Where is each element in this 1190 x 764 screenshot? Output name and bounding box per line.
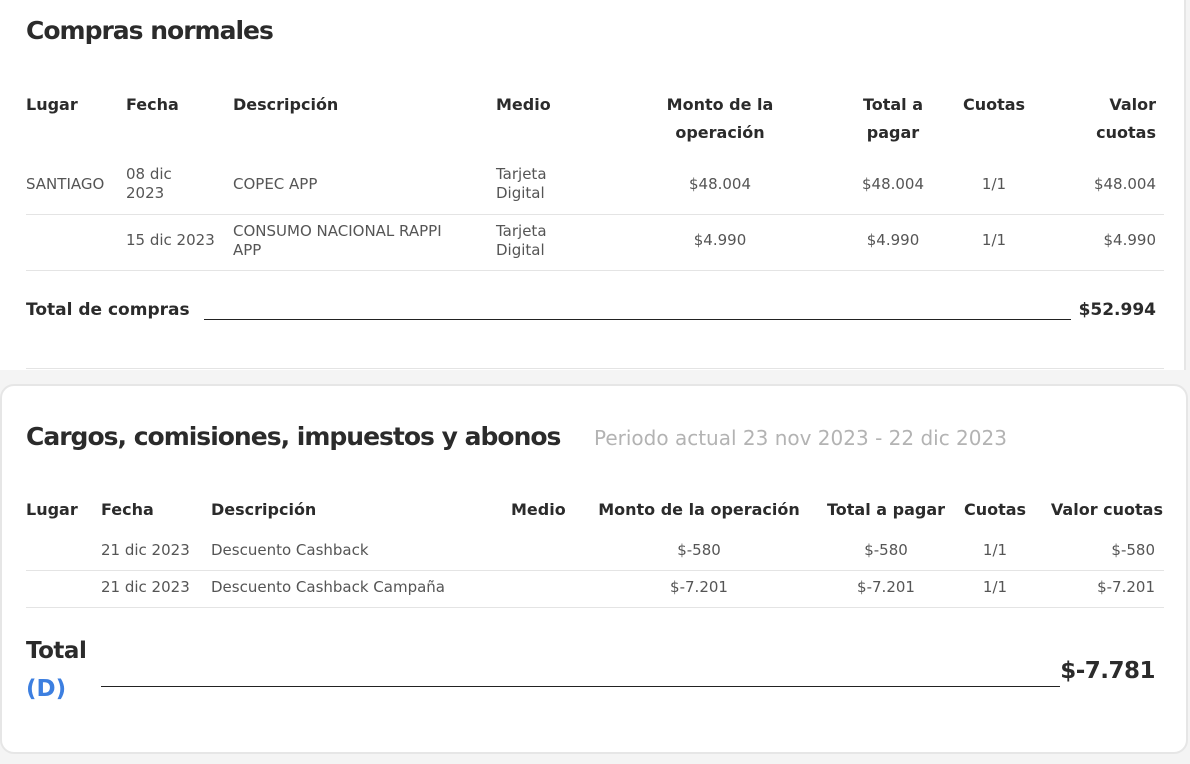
row-divider: [26, 607, 1164, 608]
section-bottom-divider: [26, 368, 1164, 369]
header-total: Total a pagar: [826, 500, 946, 519]
row1-descripcion: Descuento Cashback: [211, 541, 369, 559]
row2-cuotas: 1/1: [981, 231, 1007, 249]
row2-monto: $-7.201: [670, 578, 728, 596]
row2-cuotas: 1/1: [982, 578, 1008, 596]
row1-monto: $-580: [677, 541, 721, 559]
row2-total: $-7.201: [857, 578, 915, 596]
row2-valor: $4.990: [1103, 231, 1157, 249]
row1-descripcion: COPEC APP: [233, 175, 318, 193]
total-marker: (D): [26, 676, 67, 702]
row2-medio: Tarjeta Digital: [496, 222, 547, 259]
row2-valor: $-7.201: [1097, 578, 1155, 596]
row-divider: [26, 570, 1164, 571]
header-lugar: Lugar: [26, 500, 78, 519]
row-divider: [26, 214, 1164, 215]
row2-monto: $4.990: [693, 231, 747, 249]
row1-fecha: 21 dic 2023: [101, 541, 190, 559]
row-divider: [26, 270, 1164, 271]
normal-purchases-card: Compras normales Lugar Fecha Descripción…: [0, 0, 1186, 370]
row2-fecha: 15 dic 2023: [126, 231, 215, 249]
row2-descripcion: CONSUMO NACIONAL RAPPI APP: [233, 222, 442, 259]
header-medio: Medio: [511, 500, 566, 519]
header-fecha: Fecha: [101, 500, 154, 519]
header-valor: Valor cuotas: [1096, 95, 1156, 142]
charges-card: Cargos, comisiones, impuestos y abonos P…: [0, 384, 1188, 754]
row1-total: $-580: [864, 541, 908, 559]
total-value: $-7.781: [1060, 658, 1155, 684]
row1-cuotas: 1/1: [981, 175, 1007, 193]
row1-fecha: 08 dic 2023: [126, 165, 172, 202]
section-title: Cargos, comisiones, impuestos y abonos: [26, 422, 561, 451]
row1-valor: $48.004: [1093, 175, 1156, 193]
header-descripcion: Descripción: [211, 500, 317, 519]
header-cuotas: Cuotas: [962, 95, 1026, 114]
total-label: Total: [26, 638, 87, 664]
header-valor: Valor cuotas: [1050, 500, 1163, 519]
row1-lugar: SANTIAGO: [26, 175, 105, 193]
row1-monto: $48.004: [688, 175, 752, 193]
header-cuotas: Cuotas: [963, 500, 1027, 519]
row1-valor: $-580: [1111, 541, 1155, 559]
header-descripcion: Descripción: [233, 95, 339, 114]
header-total: Total a pagar: [862, 95, 924, 142]
total-leader-line: [204, 319, 1071, 320]
row1-medio: Tarjeta Digital: [496, 165, 547, 202]
row2-total: $4.990: [866, 231, 920, 249]
row2-descripcion: Descuento Cashback Campaña: [211, 578, 446, 596]
row1-cuotas: 1/1: [982, 541, 1008, 559]
header-medio: Medio: [496, 95, 551, 114]
row1-total: $48.004: [861, 175, 925, 193]
total-leader-line: [101, 686, 1060, 687]
row2-fecha: 21 dic 2023: [101, 578, 190, 596]
total-label: Total de compras: [26, 300, 190, 320]
header-monto: Monto de la operación: [666, 95, 774, 142]
total-value: $52.994: [1078, 300, 1156, 320]
header-monto: Monto de la operación: [598, 500, 800, 519]
section-title: Compras normales: [26, 16, 274, 45]
header-lugar: Lugar: [26, 95, 78, 114]
header-fecha: Fecha: [126, 95, 179, 114]
period-label: Periodo actual 23 nov 2023 - 22 dic 2023: [594, 426, 1007, 450]
